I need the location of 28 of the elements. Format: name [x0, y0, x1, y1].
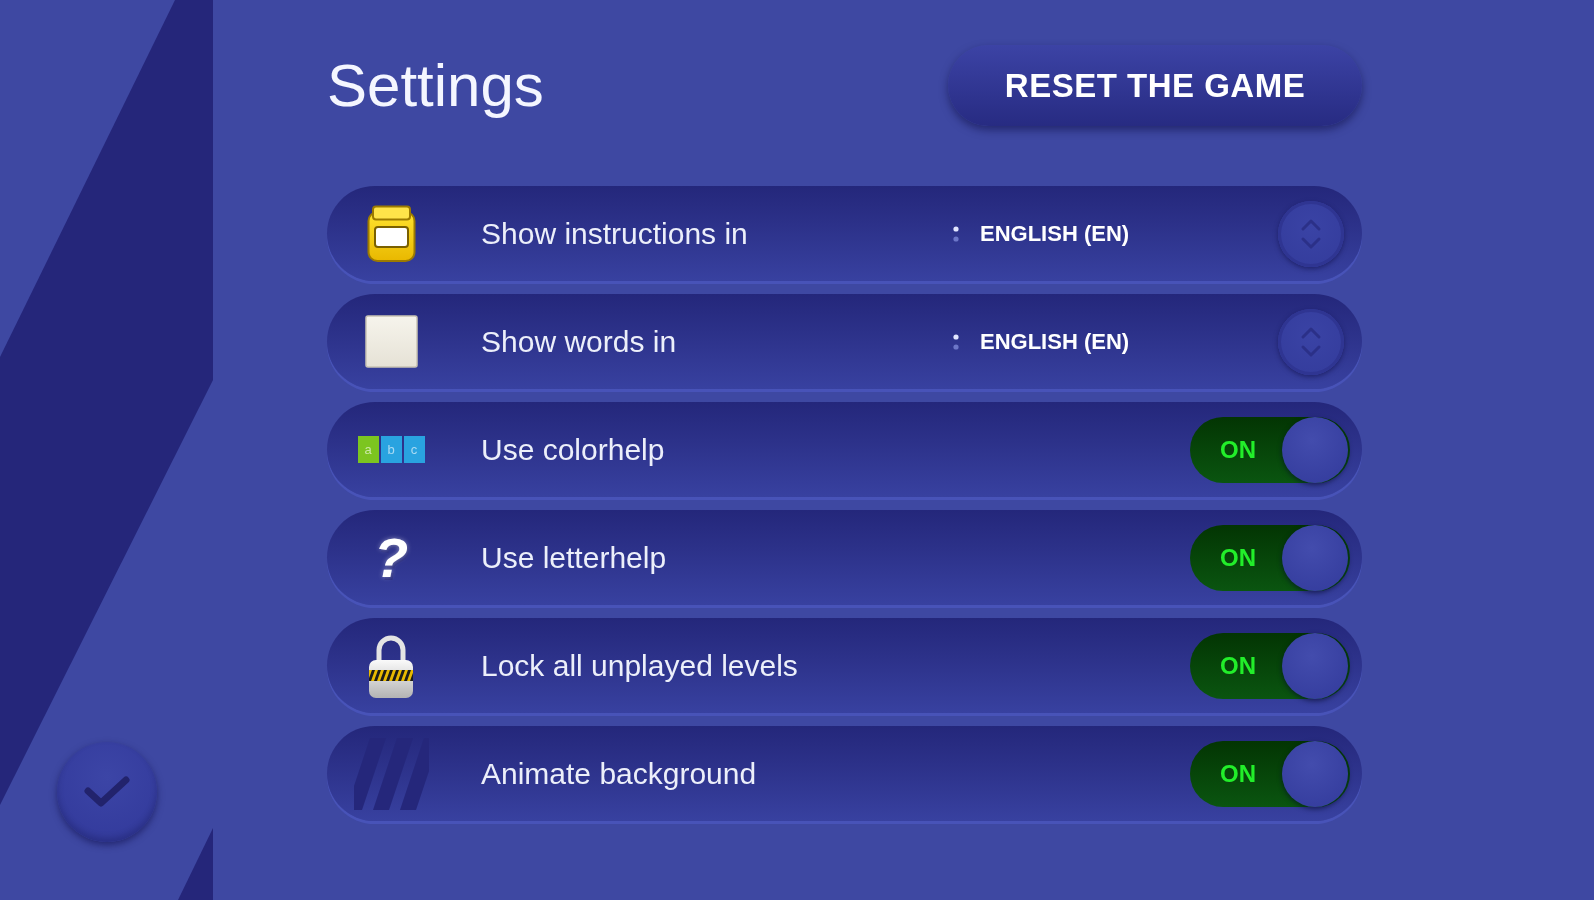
dropdown-value[interactable]: ENGLISH (EN) — [980, 220, 1278, 247]
toggle-switch[interactable]: ON — [1190, 416, 1350, 483]
setting-label: Use colorhelp — [481, 432, 666, 467]
setting-label: Show instructions in — [481, 216, 749, 251]
stripes-icon — [353, 737, 429, 810]
dots-icon — [953, 224, 959, 243]
reset-button[interactable]: RESET THE GAME — [948, 45, 1362, 126]
setting-label: Show words in — [481, 324, 678, 359]
toggle-switch[interactable]: ON — [1190, 740, 1350, 807]
page-title: Settings — [327, 52, 544, 119]
letter-tile: a — [357, 436, 379, 463]
setting-label: Use letterhelp — [481, 540, 668, 575]
background-stripe — [178, 828, 213, 900]
dots-icon — [953, 332, 959, 351]
toggle-switch[interactable]: ON — [1190, 524, 1350, 591]
spinner-button[interactable] — [1278, 200, 1344, 267]
card-icon — [364, 315, 418, 368]
monitor-icon — [366, 204, 416, 263]
setting-label: Animate background — [481, 756, 758, 791]
spinner-button[interactable] — [1278, 308, 1344, 375]
setting-label: Lock all unplayed levels — [481, 648, 799, 683]
toggle-switch[interactable]: ON — [1190, 632, 1350, 699]
question-mark-icon: ? — [373, 529, 409, 586]
letter-tile: b — [380, 436, 402, 463]
confirm-button[interactable] — [56, 742, 157, 842]
check-icon — [83, 775, 130, 809]
letter-tile: c — [403, 436, 425, 463]
dropdown-value[interactable]: ENGLISH (EN) — [980, 328, 1278, 355]
